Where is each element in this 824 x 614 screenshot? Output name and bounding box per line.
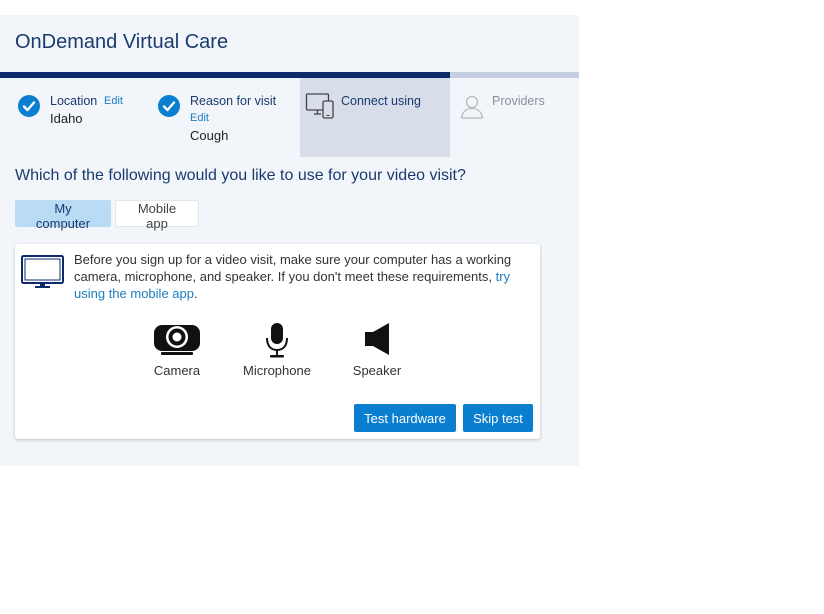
question-heading: Which of the following would you like to… (15, 167, 466, 184)
edit-location-link[interactable]: Edit (104, 95, 123, 107)
step-reason: Reason for visit Edit Cough (150, 78, 300, 157)
requirements-suffix: . (193, 286, 198, 301)
step-location: Location Edit Idaho (0, 78, 150, 157)
monitor-icon (21, 255, 64, 294)
step-providers: Providers (450, 78, 579, 157)
check-icon (158, 95, 180, 117)
check-icon (18, 95, 40, 117)
main-panel: OnDemand Virtual Care Location Edit Idah… (0, 15, 579, 466)
camera-icon (132, 322, 222, 359)
step-location-value: Idaho (50, 111, 83, 126)
mobile-app-option[interactable]: Mobile app (115, 200, 199, 231)
step-connect-label: Connect using (341, 94, 421, 108)
device-microphone: Microphone (232, 322, 322, 378)
requirements-text: Before you sign up for a video visit, ma… (74, 251, 524, 302)
camera-label: Camera (153, 363, 201, 378)
speaker-icon (332, 322, 422, 359)
devices-icon (305, 91, 335, 126)
step-reason-label: Reason for visit (190, 94, 277, 108)
my-computer-option[interactable]: My computer (15, 200, 111, 231)
requirements-card: Before you sign up for a video visit, ma… (15, 244, 540, 439)
requirements-body-text: Before you sign up for a video visit, ma… (74, 252, 512, 284)
test-hardware-button[interactable]: Test hardware (354, 404, 456, 432)
microphone-icon (232, 322, 322, 359)
skip-test-button[interactable]: Skip test (463, 404, 533, 432)
step-location-label: Location (50, 94, 98, 108)
step-providers-label: Providers (492, 94, 545, 108)
step-reason-value: Cough (190, 128, 229, 143)
person-icon (459, 93, 485, 124)
microphone-label: Microphone (243, 363, 311, 378)
device-speaker: Speaker (332, 322, 422, 378)
speaker-label: Speaker (352, 363, 402, 378)
device-camera: Camera (132, 322, 222, 378)
app-title: OnDemand Virtual Care (15, 31, 229, 53)
step-connect: Connect using (300, 78, 450, 157)
edit-reason-link[interactable]: Edit (190, 112, 209, 124)
